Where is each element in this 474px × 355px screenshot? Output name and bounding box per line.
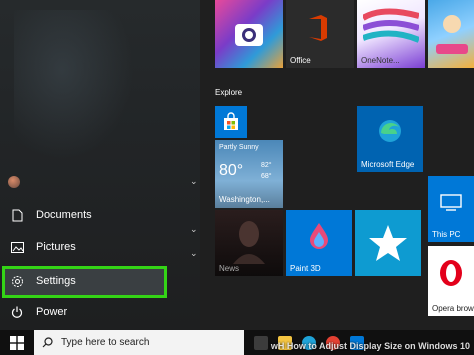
tile-paint-3d[interactable]: Paint 3D <box>286 210 352 276</box>
chevron-down-icon[interactable]: ⌄ <box>190 176 198 187</box>
edge-icon <box>379 120 401 142</box>
windows-logo-icon <box>10 335 24 350</box>
game-art-icon <box>436 15 468 54</box>
menu-item-label: Documents <box>36 209 92 221</box>
tile-label: News <box>219 264 240 273</box>
menu-item-documents[interactable]: Documents <box>0 200 200 230</box>
tile-microsoft-store[interactable] <box>215 106 247 138</box>
weather-condition: Partly Sunny <box>219 144 259 151</box>
tile-label: This PC <box>432 230 461 239</box>
tile-microsoft-edge[interactable]: Microsoft Edge <box>357 106 423 172</box>
start-button[interactable] <box>0 330 34 355</box>
tile-opera[interactable]: Opera brow <box>428 246 474 316</box>
office-icon <box>309 15 327 41</box>
opera-icon <box>440 260 462 286</box>
onenote-art-icon <box>363 8 419 43</box>
menu-item-label: Settings <box>36 275 76 287</box>
tile-onenote[interactable]: OneNote... <box>357 0 425 68</box>
weather-high: 82° <box>261 162 272 169</box>
tile-weather[interactable]: Partly Sunny 80° 82° 68° Washington,... <box>215 140 283 208</box>
paint-drop-icon <box>310 223 328 249</box>
gear-icon <box>10 274 24 288</box>
menu-item-label: Power <box>36 306 68 318</box>
menu-item-label: Pictures <box>36 241 76 253</box>
tile-camera[interactable] <box>215 0 283 68</box>
menu-item-settings[interactable]: Settings <box>0 266 200 296</box>
chevron-down-icon[interactable]: ⌄ <box>190 224 198 235</box>
user-avatar[interactable] <box>8 176 20 188</box>
tile-label: Paint 3D <box>290 264 321 273</box>
weather-location: Washington,... <box>219 195 270 204</box>
menu-item-pictures[interactable]: Pictures <box>0 232 200 262</box>
weather-temp: 80° <box>219 162 244 179</box>
watermark-text: wH How to Adjust Display Size on Windows… <box>270 341 470 351</box>
news-image-icon <box>233 221 265 264</box>
chevron-down-icon[interactable]: ⌄ <box>190 248 198 259</box>
menu-item-power[interactable]: Power <box>0 297 200 327</box>
tile-star-app[interactable] <box>355 210 421 276</box>
tile-office[interactable]: Office <box>286 0 354 68</box>
explore-group-label: Explore <box>215 88 243 97</box>
search-input[interactable] <box>59 336 223 349</box>
computer-icon <box>440 194 462 211</box>
tile-label: Office <box>290 56 311 65</box>
document-icon <box>10 208 24 222</box>
tile-this-pc[interactable]: This PC <box>428 176 474 242</box>
taskbar-search-box[interactable] <box>34 330 244 355</box>
pictures-icon <box>10 240 24 254</box>
tile-label: Opera brow <box>432 304 474 313</box>
star-icon <box>369 225 407 261</box>
blurred-app-list <box>14 10 134 160</box>
start-tiles-area: Office OneNote... Explore Partly Sunny 8… <box>205 0 474 330</box>
tile-label: Microsoft Edge <box>361 160 415 169</box>
search-icon <box>42 337 53 348</box>
tile-candy-crush-friends[interactable] <box>428 0 474 68</box>
camera-icon <box>235 24 263 46</box>
power-icon <box>10 305 24 319</box>
weather-low: 68° <box>261 173 272 180</box>
tile-label: OneNote... <box>361 56 400 65</box>
tile-news[interactable]: News <box>215 210 283 276</box>
store-bag-icon <box>224 112 238 130</box>
task-view-icon[interactable] <box>254 335 268 350</box>
